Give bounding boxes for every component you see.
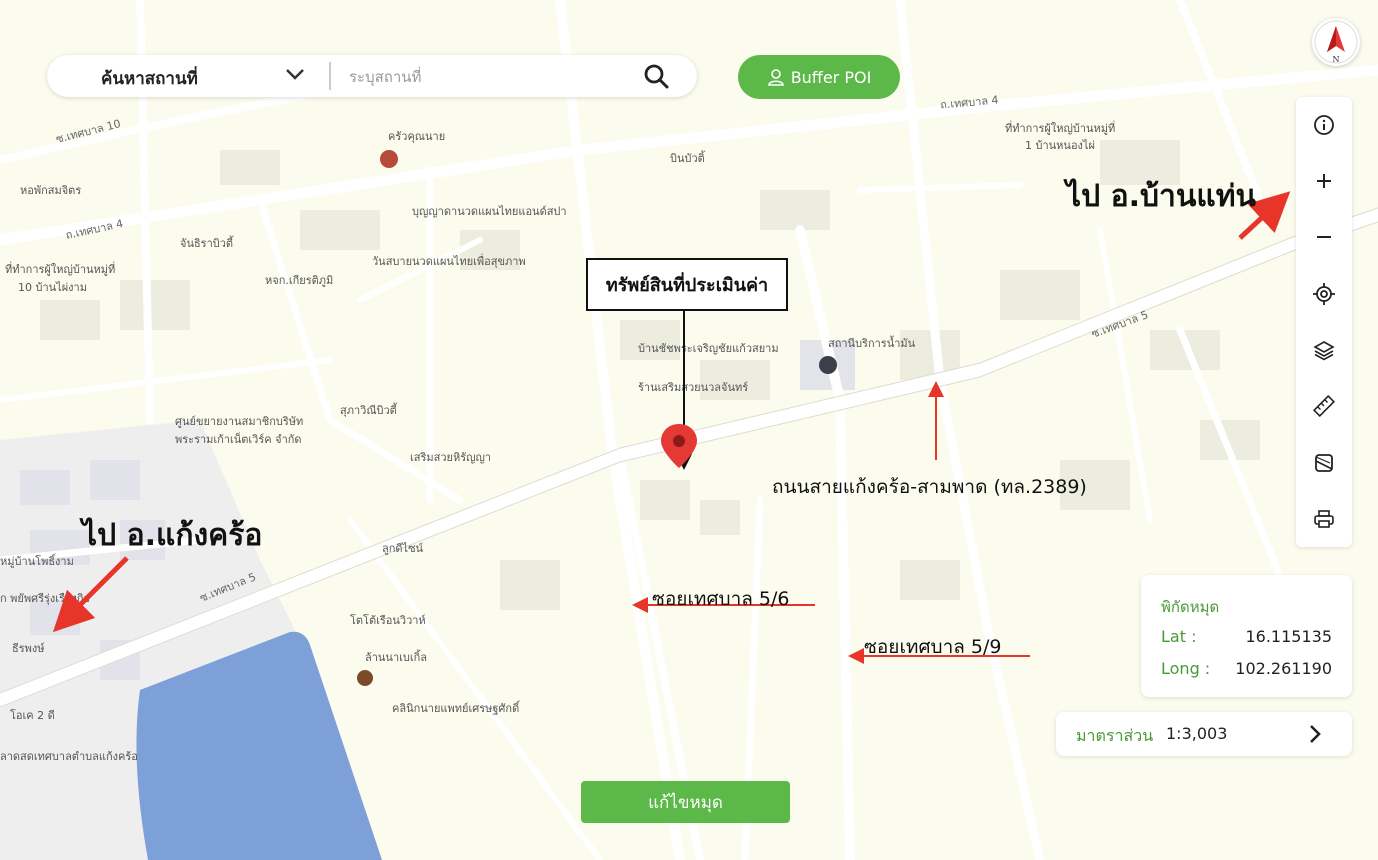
locate-icon[interactable] [1310,280,1338,308]
search-type-select[interactable]: ค้นหาสถานที่ [101,65,198,92]
long-label: Long : [1161,659,1211,678]
compass[interactable]: N [1312,18,1360,66]
print-icon[interactable] [1310,505,1338,533]
poi-label[interactable]: ครัวคุณนาย [388,130,445,143]
gas-station-icon[interactable] [819,356,837,374]
coordinate-panel: พิกัดหมุด Lat : 16.115135 Long : 102.261… [1141,575,1352,697]
poi-label[interactable]: โอเค 2 ดี [10,709,55,722]
coordinate-title: พิกัดหมุด [1161,598,1220,616]
poi-label[interactable]: คลินิกนายแพทย์เศรษฐศักดิ์ [392,702,519,715]
zoom-in-icon[interactable] [1310,167,1338,195]
annotation-to-ban-thaen: ไป อ.บ้านแท่น [1066,179,1257,214]
poi-label[interactable]: พระรามเก้าเน็ตเวิร์ค จำกัด [175,433,302,446]
poi-label[interactable]: จันธิราบิวตี้ [180,237,233,250]
poi-label[interactable]: ก พยัพศรีรุ่งเรืองกิจ [0,592,90,605]
poi-label[interactable]: ลาดสดเทศบาลตำบลแก้งคร้อ [0,750,138,763]
poi-label[interactable]: ธีรพงษ์ [12,642,45,655]
poi-label[interactable]: สุภาวิณีบิวตี้ [340,404,397,417]
poi-label[interactable]: สถานีบริการน้ำมัน [828,337,915,350]
poi-label[interactable]: ร้านเสริมสวยนวลจันทร์ [638,381,748,394]
search-bar: ค้นหาสถานที่ [47,55,697,97]
poi-label[interactable]: หจก.เกียรติภูมิ [265,274,333,287]
restaurant-icon[interactable] [380,150,398,168]
basemap-icon[interactable] [1310,449,1338,477]
buffer-poi-button[interactable]: Buffer POI [738,55,900,99]
chevron-down-icon[interactable] [285,67,305,81]
layers-icon[interactable] [1310,336,1338,364]
lat-label: Lat : [1161,627,1197,646]
poi-label[interactable]: ลูกดีไซน์ [382,542,423,555]
edit-pin-label: แก้ไขหมุด [648,792,723,813]
user-icon [767,69,784,86]
buffer-poi-label: Buffer POI [790,67,872,87]
annotation-soi-5-9: ซอยเทศบาล 5/9 [864,636,1002,658]
scale-label: มาตราส่วน [1076,726,1154,745]
north-arrow-icon: N [1314,20,1358,64]
poi-label[interactable]: 10 บ้านไผ่งาม [18,281,87,294]
lat-value: 16.115135 [1245,627,1332,646]
poi-label[interactable]: ล้านนาเบเกิ้ล [365,651,427,664]
annotation-soi-5-6: ซอยเทศบาล 5/6 [652,588,790,610]
poi-label[interactable]: บ้านชัชพระเจริญชัยแก้วสยาม [638,342,779,355]
svg-text:N: N [1333,55,1340,64]
poi-label[interactable]: บุญญาดานวดแผนไทยแอนด์สปา [412,205,567,218]
search-input[interactable] [347,61,631,93]
long-value: 102.261190 [1235,659,1332,678]
poi-label[interactable]: โตโต้เรือนวิวาห์ [350,614,426,627]
scale-value: 1:3,003 [1166,724,1228,743]
map-toolbar [1296,97,1352,547]
scale-panel[interactable]: มาตราส่วน 1:3,003 [1056,712,1352,756]
ruler-icon[interactable] [1310,392,1338,420]
poi-label[interactable]: ศูนย์ขยายงานสมาชิกบริษัท [175,415,303,428]
poi-label[interactable]: ที่ทำการผู้ใหญ่บ้านหมู่ที่ [1005,122,1115,135]
poi-label[interactable]: ที่ทำการผู้ใหญ่บ้านหมู่ที่ [5,263,115,276]
poi-label[interactable]: 1 บ้านหนองไผ่ [1025,139,1095,152]
poi-label[interactable]: บินบัวติ้ [670,152,705,165]
poi-label[interactable]: หอพักสมจิตร [20,184,81,197]
info-icon[interactable] [1310,111,1338,139]
cafe-icon[interactable] [357,670,373,686]
edit-pin-button[interactable]: แก้ไขหมุด [581,781,790,823]
search-icon[interactable] [643,63,669,89]
annotation-asset: ทรัพย์สินที่ประเมินค่า [586,258,788,311]
poi-label[interactable]: วันสบายนวดแผนไทยเพื่อสุขภาพ [372,255,526,268]
location-pin-icon[interactable] [659,422,699,470]
annotation-main-road: ถนนสายแก้งคร้อ-สามพาด (ทล.2389) [772,476,1087,498]
chevron-right-icon[interactable] [1308,724,1322,744]
annotation-to-kaeng-khro: ไป อ.แก้งคร้อ [82,518,263,553]
search-divider [329,62,331,90]
zoom-out-icon[interactable] [1310,223,1338,251]
poi-label[interactable]: หมู่บ้านโพธิ์งาม [0,555,74,568]
poi-label[interactable]: เสริมสวยหิรัญญา [410,451,491,464]
